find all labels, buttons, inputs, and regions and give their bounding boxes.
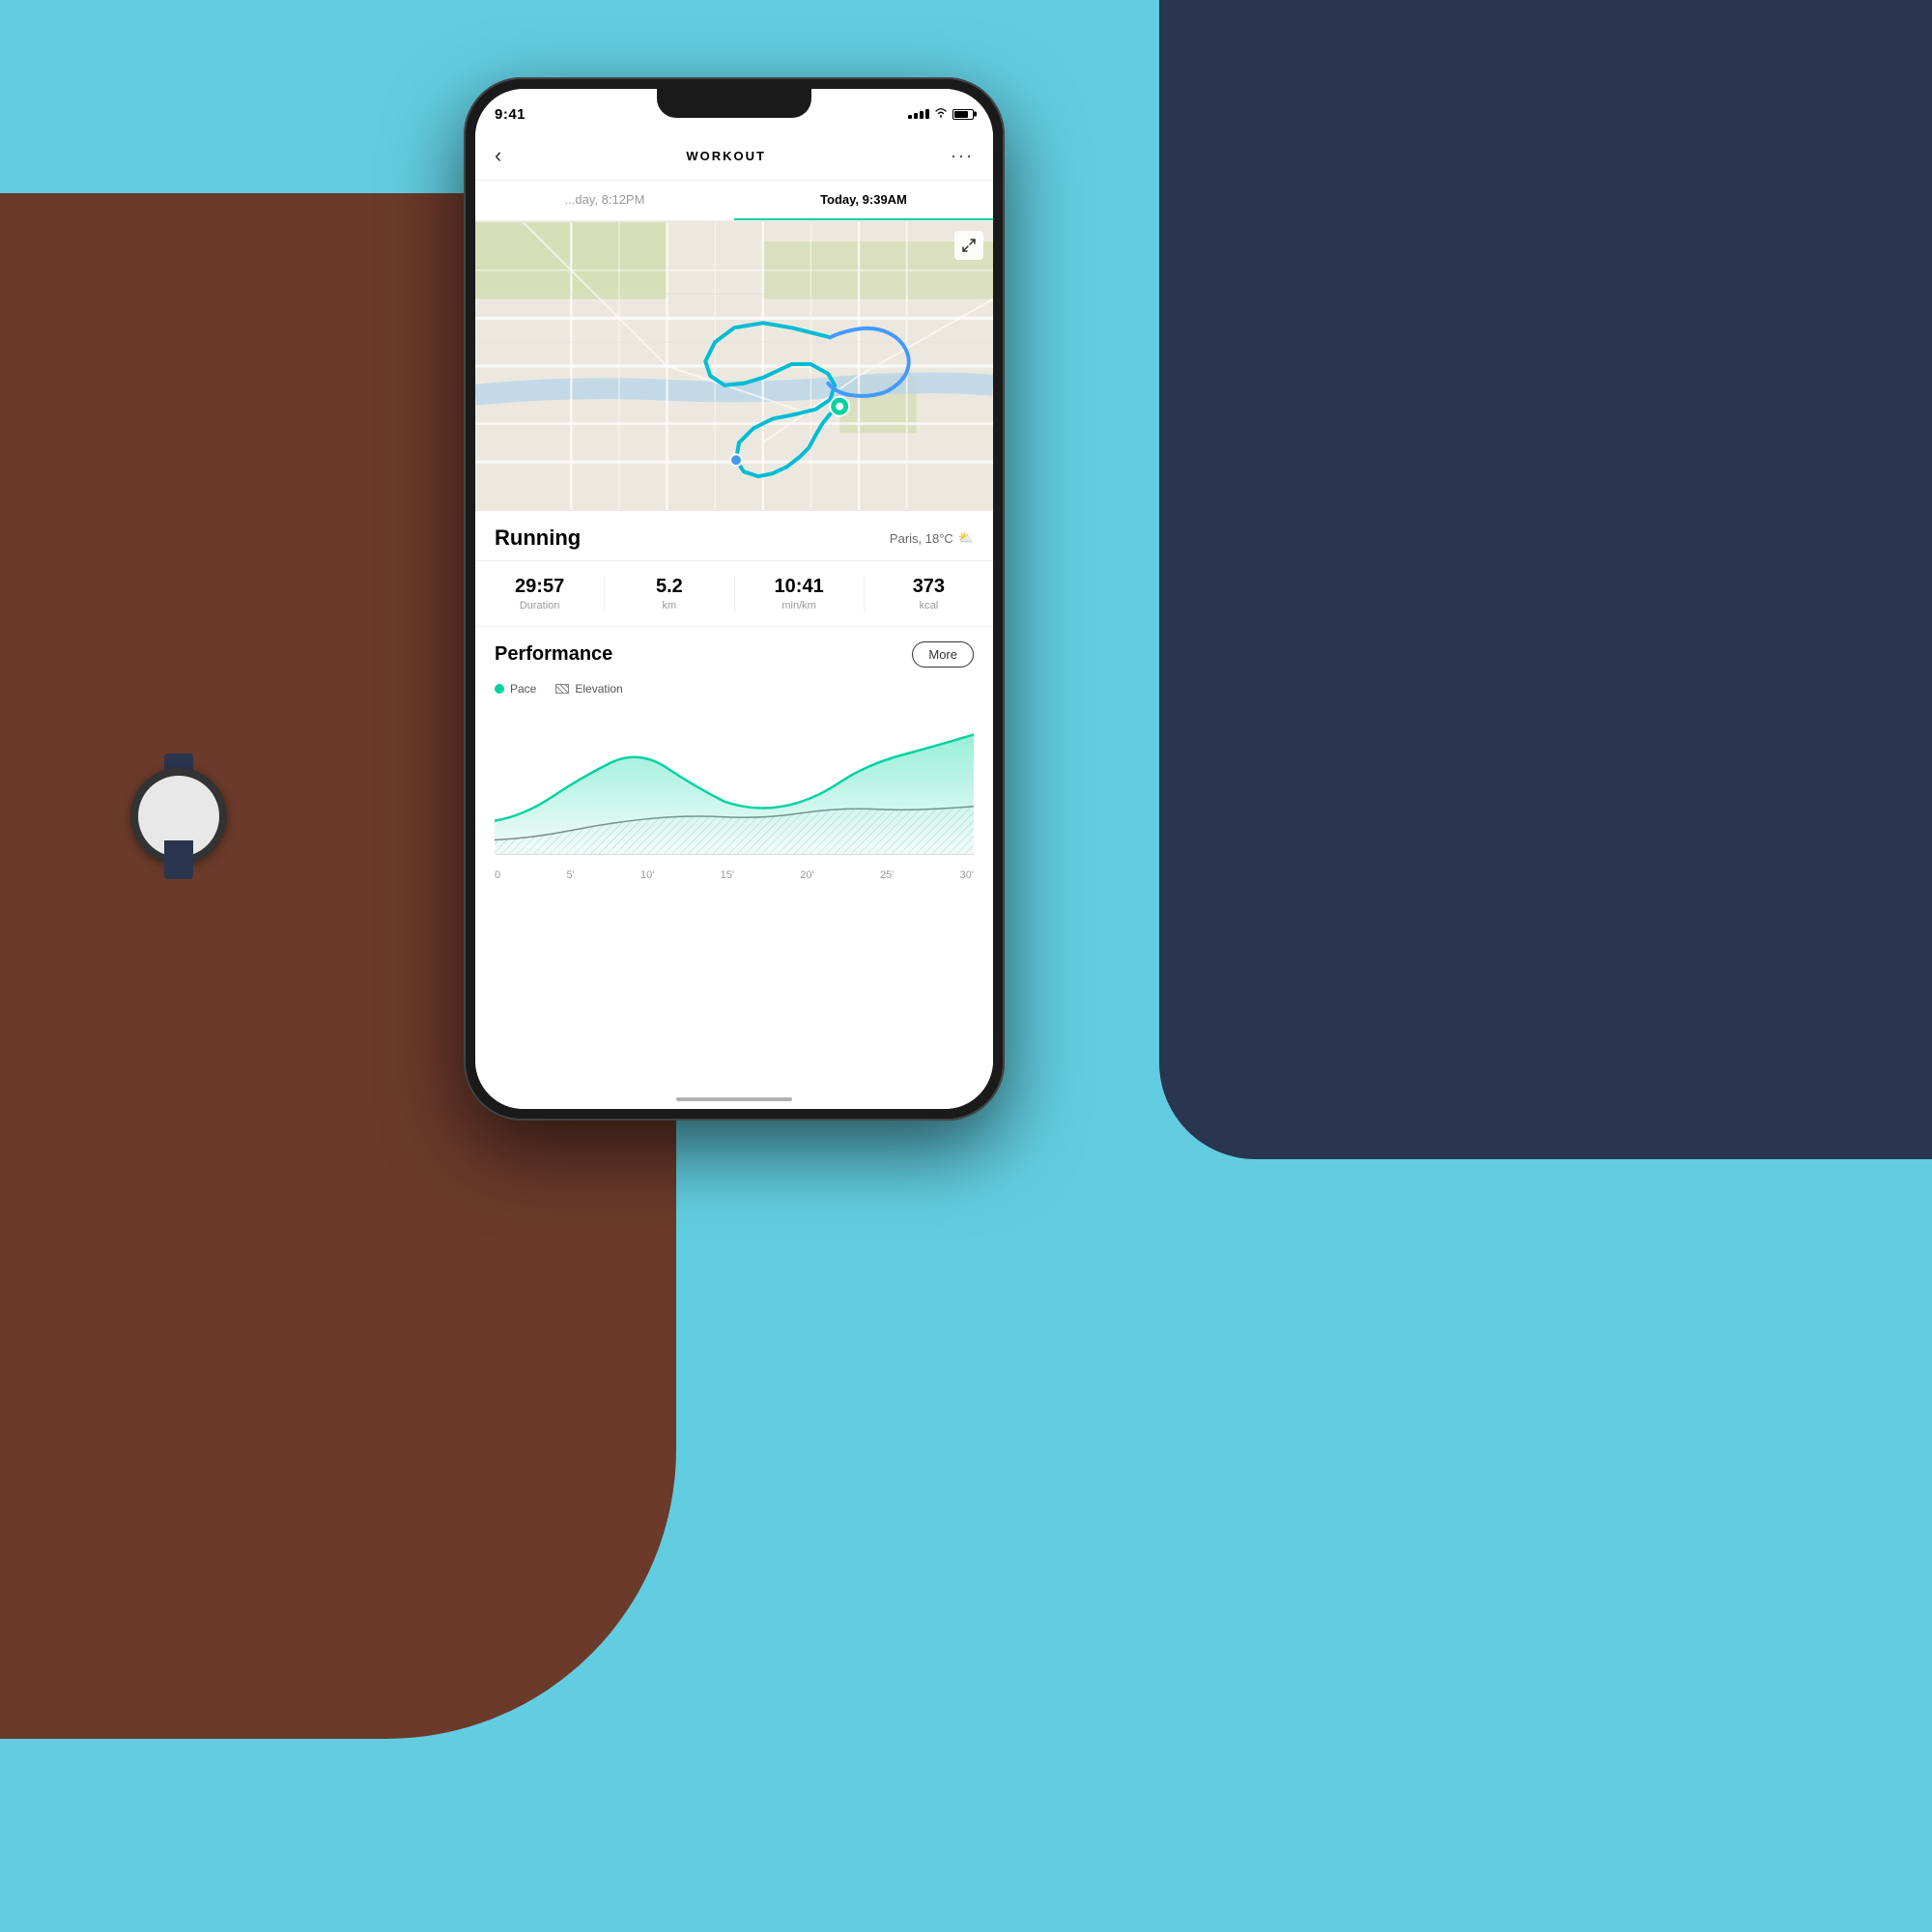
stat-pace-label: min/km [735, 600, 864, 611]
signal-icon [908, 109, 929, 119]
wifi-icon [934, 107, 948, 121]
date-tabs: ...day, 8:12PM Today, 9:39AM [475, 181, 993, 221]
status-time: 9:41 [495, 106, 526, 123]
stats-row: 29:57 Duration 5.2 km 10:41 min/km 373 k… [475, 561, 993, 627]
legend-pace: Pace [495, 682, 536, 696]
back-button[interactable]: ‹ [495, 143, 501, 168]
app-content: ‹ WORKOUT ··· ...day, 8:12PM Today, 9:39… [475, 131, 993, 1109]
watch-band-bottom [164, 840, 193, 879]
stat-duration-label: Duration [475, 600, 604, 611]
xaxis-0: 0 [495, 869, 500, 881]
status-icons [908, 107, 974, 121]
activity-info: Running Paris, 18°C ⛅ [475, 511, 993, 561]
stat-duration-value: 29:57 [475, 576, 604, 598]
map-expand-button[interactable] [954, 231, 983, 260]
stat-distance: 5.2 km [605, 576, 734, 611]
battery-icon [952, 109, 974, 120]
stat-distance-value: 5.2 [605, 576, 733, 598]
more-options-button[interactable]: ··· [951, 146, 974, 166]
performance-header: Performance More [475, 627, 993, 677]
elevation-legend-label: Elevation [575, 682, 622, 696]
legend-elevation: Elevation [555, 682, 622, 696]
home-indicator [676, 1097, 792, 1101]
app-header: ‹ WORKOUT ··· [475, 131, 993, 181]
chart-xaxis: 0 5' 10' 15' 20' 25' 30' [475, 865, 993, 881]
phone: 9:41 [464, 77, 1005, 1121]
phone-frame: 9:41 [464, 77, 1005, 1121]
weather-info: Paris, 18°C ⛅ [890, 530, 974, 546]
weather-text: Paris, 18°C [890, 531, 953, 546]
xaxis-10: 10' [640, 869, 654, 881]
performance-title: Performance [495, 643, 612, 666]
phone-screen: 9:41 [475, 89, 993, 1109]
activity-title: Running [495, 526, 581, 551]
pace-legend-dot [495, 684, 504, 694]
stat-calories-value: 373 [865, 576, 993, 598]
weather-icon: ⛅ [958, 530, 974, 546]
stat-duration: 29:57 Duration [475, 576, 605, 611]
chart-legend: Pace Elevation [475, 677, 993, 705]
smartwatch [116, 753, 242, 879]
stat-calories-label: kcal [865, 600, 993, 611]
xaxis-15: 15' [721, 869, 734, 881]
workout-map[interactable] [475, 221, 993, 511]
stat-pace: 10:41 min/km [735, 576, 865, 611]
stat-pace-value: 10:41 [735, 576, 864, 598]
tab-current-workout[interactable]: Today, 9:39AM [734, 181, 993, 220]
xaxis-20: 20' [800, 869, 813, 881]
person-torso [1159, 0, 1932, 1159]
stat-distance-label: km [605, 600, 733, 611]
page-title: WORKOUT [686, 149, 766, 163]
phone-notch [657, 89, 811, 118]
pace-legend-label: Pace [510, 682, 536, 696]
map-route-svg [475, 221, 993, 511]
xaxis-30: 30' [960, 869, 974, 881]
more-button[interactable]: More [912, 641, 974, 668]
xaxis-25: 25' [880, 869, 894, 881]
xaxis-5: 5' [566, 869, 574, 881]
stat-calories: 373 kcal [865, 576, 993, 611]
chart-svg [495, 705, 974, 860]
elevation-legend-hatch [555, 684, 569, 694]
performance-chart [475, 705, 993, 865]
tab-previous-workout[interactable]: ...day, 8:12PM [475, 181, 734, 220]
